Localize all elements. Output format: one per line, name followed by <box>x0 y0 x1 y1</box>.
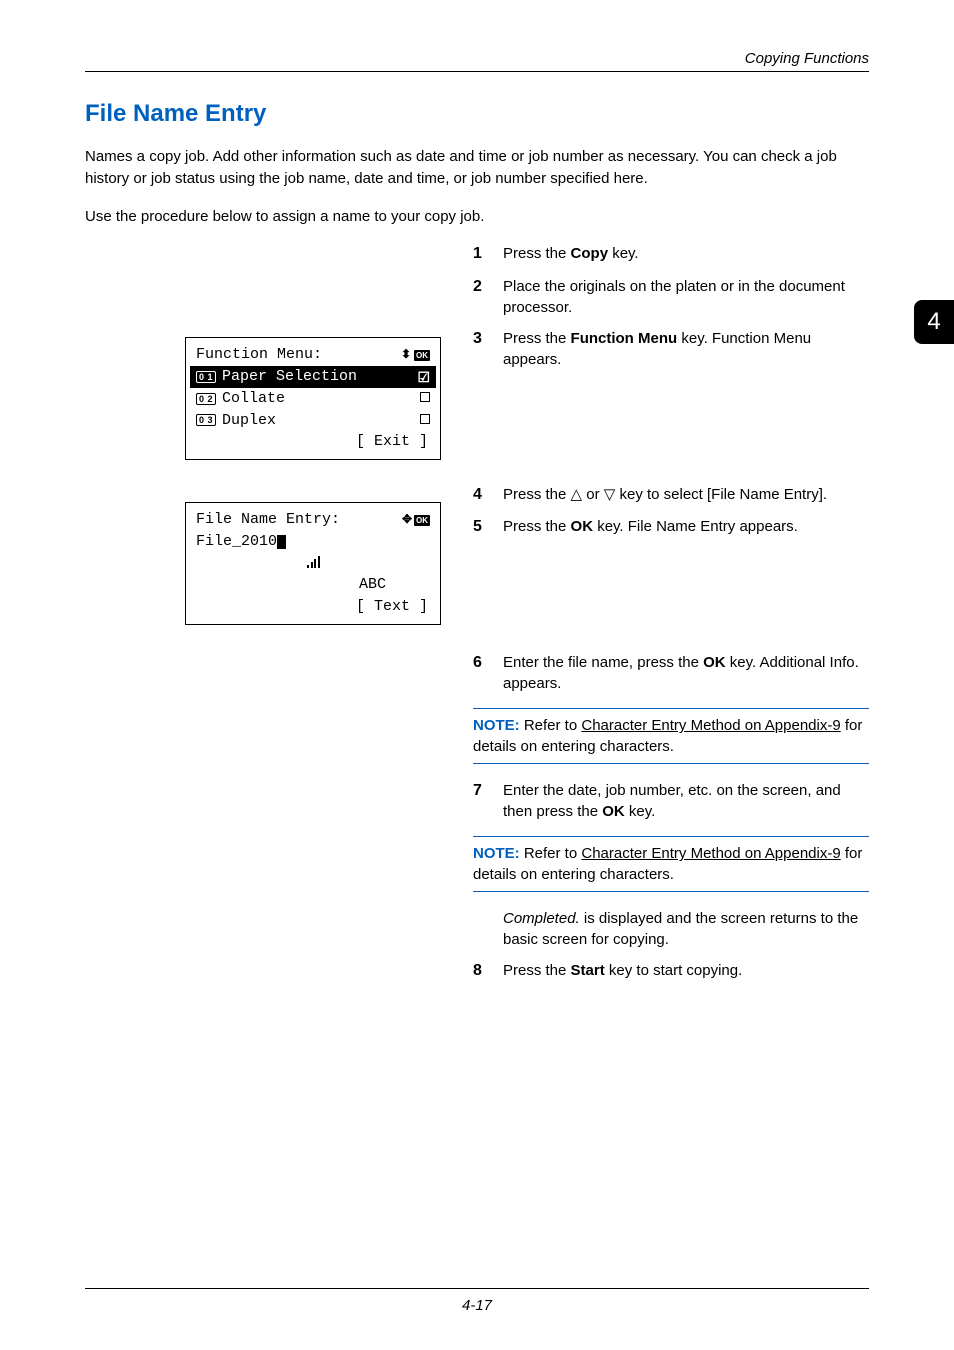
step-7-post: key. <box>625 803 656 820</box>
step-8-bold: Start <box>571 962 605 979</box>
lcd1-item-3: 0 3 Duplex <box>194 410 432 432</box>
step-2: 2 Place the originals on the platen or i… <box>473 276 869 318</box>
lcd2-value-row: File_2010 <box>194 531 432 553</box>
nav-arrows-icon: ⬍OK <box>401 344 430 366</box>
lcd1-item-2-index: 0 2 <box>196 393 216 405</box>
step-8-number: 8 <box>473 960 503 982</box>
step-8-post: key to start copying. <box>605 962 743 979</box>
note-label: NOTE: <box>473 845 520 862</box>
step-7-number: 7 <box>473 780 503 822</box>
lcd2-value: File_2010 <box>196 531 277 553</box>
step-4-pre: Press the <box>503 486 571 503</box>
lcd2-softkey: [ Text ] <box>194 596 432 618</box>
note-1: NOTE: Refer to Character Entry Method on… <box>473 708 869 764</box>
note-label: NOTE: <box>473 717 520 734</box>
step-3-pre: Press the <box>503 330 571 347</box>
step-3-number: 3 <box>473 328 503 370</box>
step-8-pre: Press the <box>503 962 571 979</box>
lcd1-item-2-label: Collate <box>222 388 285 410</box>
step-1: 1 Press the Copy key. <box>473 243 869 265</box>
text-cursor-icon <box>277 535 286 549</box>
step-5-bold: OK <box>571 518 594 535</box>
step-4-mid: or <box>582 486 604 503</box>
step-6: 6 Enter the file name, press the OK key.… <box>473 652 869 694</box>
lcd1-softkey: [ Exit ] <box>194 431 432 453</box>
step-completed: Completed. is displayed and the screen r… <box>473 908 869 950</box>
step-1-number: 1 <box>473 243 503 265</box>
step-6-bold: OK <box>703 654 726 671</box>
lcd1-item-1: 0 1 Paper Selection ☑ <box>190 366 436 388</box>
page-header: Copying Functions <box>85 50 869 72</box>
signal-row <box>194 553 432 575</box>
step-8: 8 Press the Start key to start copying. <box>473 960 869 982</box>
page-footer: 4-17 <box>85 1288 869 1314</box>
chapter-tab: 4 <box>914 300 954 344</box>
note-link: Character Entry Method on Appendix-9 <box>581 717 840 734</box>
step-1-post: key. <box>608 245 639 262</box>
completed-italic: Completed. <box>503 910 580 927</box>
lcd1-item-2: 0 2 Collate <box>194 388 432 410</box>
step-1-pre: Press the <box>503 245 571 262</box>
step-6-pre: Enter the file name, press the <box>503 654 703 671</box>
step-3-bold: Function Menu <box>571 330 678 347</box>
lcd2-title: File Name Entry: <box>196 509 340 531</box>
step-2-number: 2 <box>473 276 503 318</box>
intro-paragraph-1: Names a copy job. Add other information … <box>85 146 869 190</box>
note-2: NOTE: Refer to Character Entry Method on… <box>473 836 869 892</box>
check-icon: ☑ <box>417 367 430 387</box>
step-3: 3 Press the Function Menu key. Function … <box>473 328 869 370</box>
step-6-number: 6 <box>473 652 503 694</box>
lcd1-item-1-label: Paper Selection <box>222 366 357 388</box>
note-link: Character Entry Method on Appendix-9 <box>581 845 840 862</box>
lcd-panel-function-menu: Function Menu: ⬍OK 0 1 Paper Selection ☑… <box>185 337 441 460</box>
step-7-bold: OK <box>602 803 625 820</box>
up-triangle-icon: △ <box>571 486 583 503</box>
page-title: File Name Entry <box>85 100 869 128</box>
step-1-bold: Copy <box>571 245 609 262</box>
step-7-pre: Enter the date, job number, etc. on the … <box>503 782 841 820</box>
header-section: Copying Functions <box>745 50 869 67</box>
lcd1-item-3-index: 0 3 <box>196 414 216 426</box>
checkbox-icon <box>420 388 430 410</box>
intro-paragraph-2: Use the procedure below to assign a name… <box>85 206 869 228</box>
lcd1-title: Function Menu: <box>196 344 322 366</box>
note-pre: Refer to <box>520 845 582 862</box>
lcd1-item-3-label: Duplex <box>222 410 276 432</box>
step-7: 7 Enter the date, job number, etc. on th… <box>473 780 869 822</box>
step-2-body: Place the originals on the platen or in … <box>503 276 869 318</box>
step-4-number: 4 <box>473 484 503 506</box>
nav-cross-icon: ✥OK <box>402 509 430 531</box>
step-4-post: key to select [File Name Entry]. <box>615 486 827 503</box>
step-4: 4 Press the △ or ▽ key to select [File N… <box>473 484 869 506</box>
note-pre: Refer to <box>520 717 582 734</box>
lcd2-mode: ABC <box>194 574 432 596</box>
step-5: 5 Press the OK key. File Name Entry appe… <box>473 516 869 538</box>
checkbox-icon <box>420 410 430 432</box>
step-5-number: 5 <box>473 516 503 538</box>
step-5-pre: Press the <box>503 518 571 535</box>
step-5-post: key. File Name Entry appears. <box>593 518 798 535</box>
down-triangle-icon: ▽ <box>604 486 616 503</box>
signal-icon <box>307 556 319 568</box>
lcd1-item-1-index: 0 1 <box>196 371 216 383</box>
lcd-panel-file-name-entry: File Name Entry: ✥OK File_2010 ABC [ Tex… <box>185 502 441 625</box>
